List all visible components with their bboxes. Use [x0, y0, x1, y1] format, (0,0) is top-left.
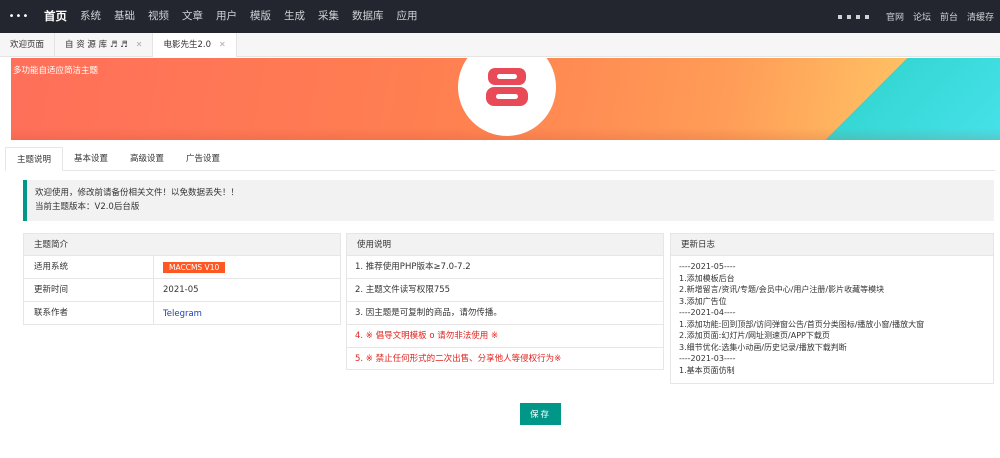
info-key: 适用系统: [24, 255, 154, 279]
usage-item: 2. 主题文件读写权限755: [347, 279, 663, 302]
panel-title: 更新日志: [671, 234, 993, 256]
main-nav: 首页 系统 基础 视频 文章 用户 模版 生成 采集 数据库 应用: [38, 0, 425, 33]
intro-panel: 主题简介 适用系统 MACCMS V10 更新时间 2021-05 联系作者 T…: [23, 233, 341, 325]
tab-ad-settings[interactable]: 广告设置: [175, 147, 231, 171]
info-key: 联系作者: [24, 302, 154, 325]
nav-item-video[interactable]: 视频: [142, 0, 175, 33]
changelog-line: ----2021-03----: [679, 354, 736, 363]
changelog-line: 3.细节优化:选集小动画/历史记录/播放下载判断: [679, 342, 847, 352]
changelog-line: ----2021-04----: [679, 308, 736, 317]
save-button[interactable]: 保存: [520, 403, 561, 425]
changelog-line: 1.添加模板后台: [679, 273, 735, 283]
tab-theme-intro[interactable]: 主题说明: [5, 147, 64, 171]
usage-item: 3. 因主题是可复制的商品，请勿传播。: [347, 302, 663, 325]
usage-warning: 5. ※ 禁止任何形式的二次出售、分享他人等侵权行为※: [355, 354, 562, 364]
nav-item-apps[interactable]: 应用: [391, 0, 424, 33]
info-value: Telegram: [154, 309, 202, 319]
notice-line: 欢迎使用，修改前请备份相关文件！以免数据丢失！！: [35, 188, 240, 198]
link-forum[interactable]: 论坛: [913, 10, 931, 23]
tab-advanced-settings[interactable]: 高级设置: [119, 147, 175, 171]
usage-warning: 4. ※ 倡导文明模板 o 请勿非法使用 ※: [347, 325, 663, 348]
usage-panel: 使用说明 1. 推荐使用PHP版本≥7.0-7.2 2. 主题文件读写权限755…: [346, 233, 664, 370]
system-badge: MACCMS V10: [163, 261, 226, 273]
nav-right: 官网 论坛 前台 清缓存: [837, 0, 1000, 33]
close-icon[interactable]: ✕: [219, 33, 226, 57]
banner-logo-circle: [458, 58, 556, 136]
info-key: 更新时间: [24, 278, 154, 302]
changelog-line: 1.添加功能:回到顶部/访问弹窗公告/首页分类图标/播放小窗/播放大窗: [679, 319, 925, 329]
nav-item-database[interactable]: 数据库: [346, 0, 390, 33]
theme-logo-icon: [486, 68, 528, 106]
nav-item-system[interactable]: 系统: [74, 0, 107, 33]
banner-text: 多功能自适应简洁主题: [13, 66, 99, 76]
link-frontend[interactable]: 前台: [940, 10, 958, 23]
notice-version: 当前主题版本：V2.0后台版: [35, 202, 140, 212]
theme-banner: 多功能自适应简洁主题: [11, 58, 1000, 140]
tab-label: 欢迎页面: [10, 40, 45, 50]
tab-theme[interactable]: 电影先生2.0 ✕: [153, 33, 237, 57]
panel-title: 主题简介: [24, 234, 340, 256]
menu-dots-icon[interactable]: •••: [0, 0, 38, 33]
info-row: 适用系统 MACCMS V10: [24, 255, 340, 279]
info-row: 联系作者 Telegram: [24, 302, 340, 325]
notice-box: 欢迎使用，修改前请备份相关文件！以免数据丢失！！ 当前主题版本：V2.0后台版: [23, 180, 994, 221]
tab-welcome[interactable]: 欢迎页面: [0, 33, 56, 57]
contact-link[interactable]: Telegram: [163, 309, 202, 319]
nav-item-template[interactable]: 模版: [244, 0, 277, 33]
info-value: 2021-05: [163, 285, 199, 295]
changelog-panel: 更新日志 ----2021-05---- 1.添加模板后台 2.新增留言/资讯/…: [670, 233, 994, 384]
top-navbar: ••• 首页 系统 基础 视频 文章 用户 模版 生成 采集 数据库 应用 官网…: [0, 0, 1000, 33]
tab-label: 自 资 源 库 ♬ ♬: [65, 40, 128, 50]
nav-item-generate[interactable]: 生成: [278, 0, 311, 33]
changelog-body: ----2021-05---- 1.添加模板后台 2.新增留言/资讯/专题/会员…: [671, 256, 993, 381]
tab-label: 电影先生2.0: [163, 40, 212, 50]
info-value: MACCMS V10: [154, 261, 226, 273]
tab-resource[interactable]: 自 资 源 库 ♬ ♬ ✕: [55, 33, 154, 57]
tab-basic-settings[interactable]: 基本设置: [63, 147, 119, 171]
nav-item-home[interactable]: 首页: [38, 0, 73, 33]
nav-item-collect[interactable]: 采集: [312, 0, 345, 33]
panel-title: 使用说明: [347, 234, 663, 256]
link-official[interactable]: 官网: [886, 10, 904, 23]
changelog-line: 1.基本页面仿制: [679, 365, 735, 375]
changelog-line: 2.添加页面:幻灯片/网址测速页/APP下载页: [679, 331, 830, 340]
quick-squares-icon[interactable]: [837, 14, 869, 19]
page-tab-bar: 欢迎页面 自 资 源 库 ♬ ♬ ✕ 电影先生2.0 ✕: [0, 33, 1000, 57]
usage-item: 1. 推荐使用PHP版本≥7.0-7.2: [347, 256, 663, 279]
nav-item-basic[interactable]: 基础: [108, 0, 141, 33]
settings-tabs: 主题说明 基本设置 高级设置 广告设置: [5, 147, 995, 171]
changelog-line: 3.添加广告位: [679, 296, 727, 306]
changelog-line: 2.新增留言/资讯/专题/会员中心/用户注册/影片收藏等模块: [679, 285, 885, 294]
changelog-line: ----2021-05----: [679, 262, 736, 271]
info-row: 更新时间 2021-05: [24, 278, 340, 302]
close-icon[interactable]: ✕: [136, 33, 143, 57]
link-clear-cache[interactable]: 清缓存: [967, 10, 994, 23]
nav-item-user[interactable]: 用户: [210, 0, 243, 33]
nav-item-article[interactable]: 文章: [176, 0, 209, 33]
